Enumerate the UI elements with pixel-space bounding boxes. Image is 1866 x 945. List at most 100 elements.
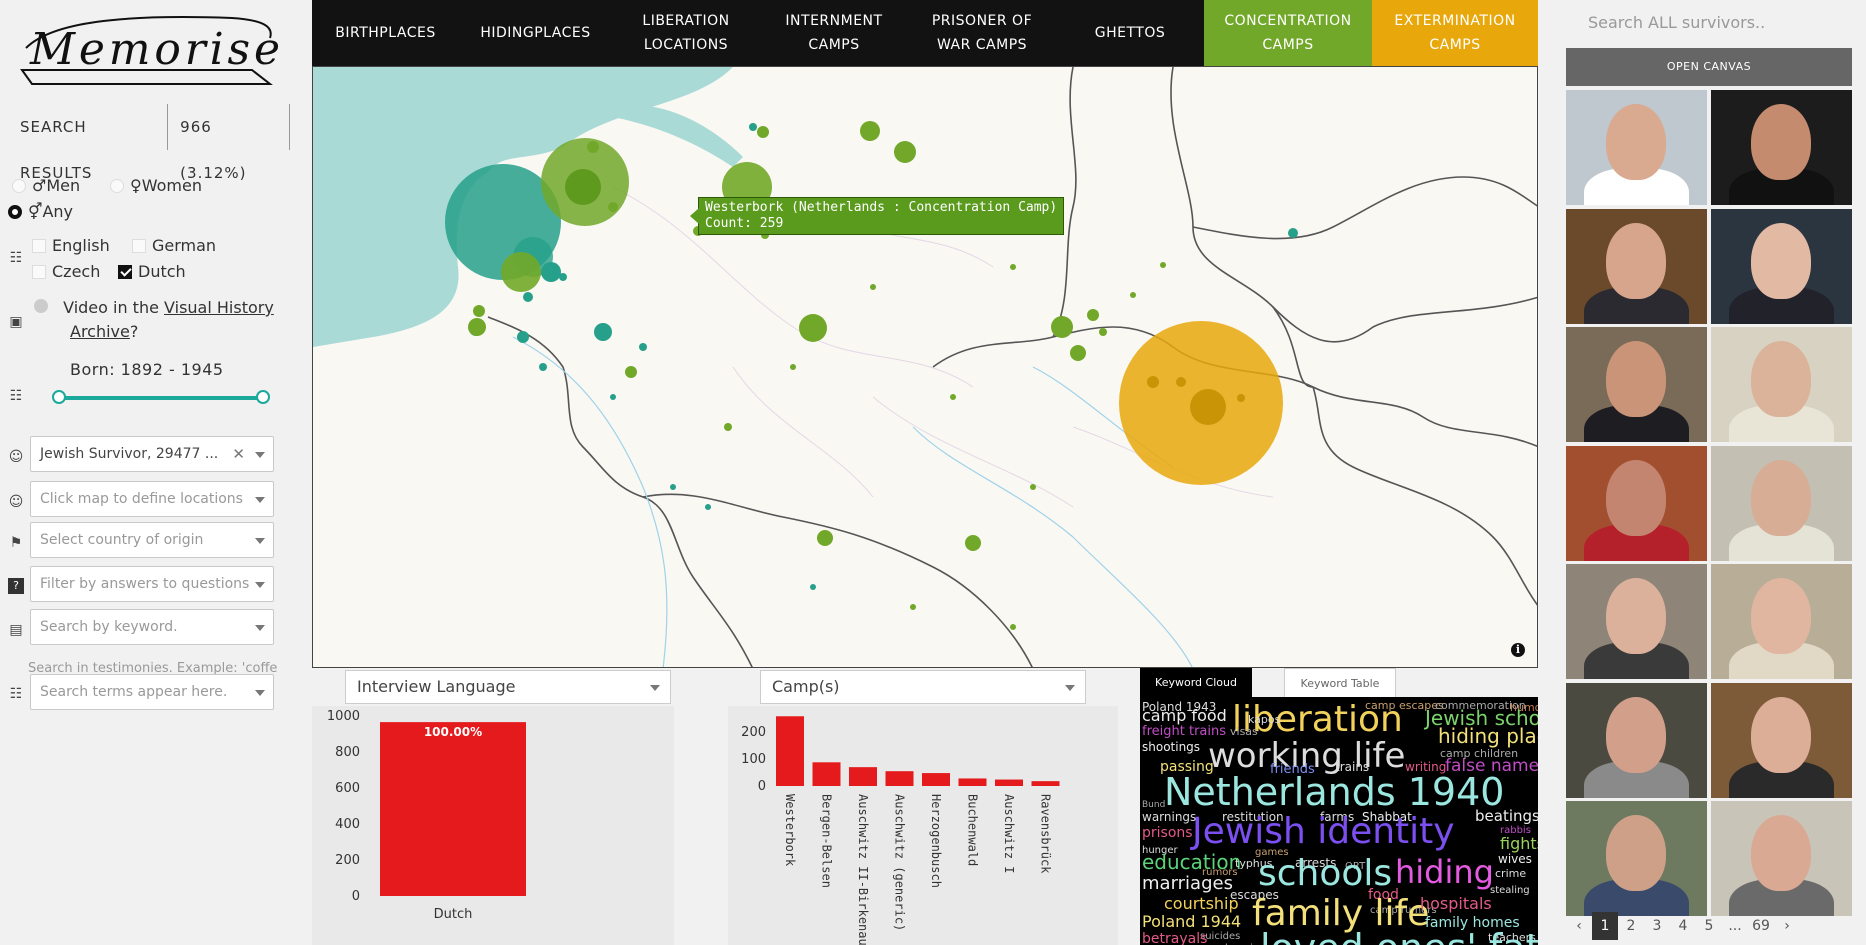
- survivor-thumbnail[interactable]: [1566, 801, 1707, 916]
- survivor-thumbnail[interactable]: [1566, 90, 1707, 205]
- chevron-down-icon: [255, 538, 265, 544]
- tab-keyword-cloud[interactable]: Keyword Cloud: [1140, 668, 1252, 698]
- map-marker-birthplace: [705, 504, 711, 510]
- open-canvas-label: OPEN CANVAS: [1666, 60, 1752, 73]
- visual-history-link[interactable]: Visual History: [164, 298, 274, 317]
- lang-dutch-checkbox[interactable]: [118, 264, 132, 279]
- map-marker-birthplace: [639, 343, 647, 351]
- search-results-count: 966 (3.12%): [168, 104, 290, 182]
- lang-english-option[interactable]: English: [32, 236, 110, 255]
- map-marker-camp: [1030, 484, 1036, 490]
- video-archive-filter[interactable]: Video in the Visual History Archive?: [34, 296, 274, 344]
- page-link[interactable]: ›: [1774, 912, 1800, 940]
- born-range-track[interactable]: [58, 396, 262, 400]
- bar-dutch: [380, 722, 526, 896]
- y-tick-label: 600: [335, 781, 360, 796]
- survivor-thumbnail[interactable]: [1711, 208, 1852, 324]
- page-link[interactable]: 1: [1592, 912, 1618, 940]
- lang-english-label: English: [52, 236, 110, 255]
- search-terms-select[interactable]: Search terms appear here.: [30, 674, 274, 710]
- clear-survivor-type-icon[interactable]: ✕: [232, 437, 245, 471]
- page-link[interactable]: 4: [1670, 912, 1696, 940]
- page-link[interactable]: 2: [1618, 912, 1644, 940]
- gender-any-option[interactable]: ⚥Any: [8, 202, 73, 221]
- survivor-thumbnail[interactable]: [1711, 327, 1852, 442]
- survivor-thumbnail[interactable]: [1711, 90, 1852, 205]
- page-link[interactable]: ‹: [1566, 912, 1592, 940]
- bar-camp: [776, 716, 804, 786]
- tab-ghettos[interactable]: GHETTOS: [1056, 0, 1204, 66]
- lang-german-checkbox[interactable]: [132, 238, 146, 253]
- gender-men-option[interactable]: ♂Men: [12, 176, 80, 195]
- y-tick-label: 0: [352, 889, 360, 904]
- survivor-thumbnail[interactable]: [1566, 208, 1707, 324]
- gender-women-option[interactable]: ♀Women: [110, 176, 202, 195]
- lang-german-option[interactable]: German: [132, 236, 216, 255]
- tab-extermination-camps[interactable]: EXTERMINATION CAMPS: [1372, 0, 1538, 66]
- born-range-label: Born: 1892 - 1945: [70, 360, 224, 379]
- gender-any-radio[interactable]: [8, 204, 22, 219]
- survivor-thumbnail[interactable]: [1566, 564, 1707, 679]
- survivor-thumbnail[interactable]: [1566, 445, 1707, 561]
- page-link[interactable]: 69: [1748, 912, 1774, 940]
- map-marker-camp: [817, 530, 833, 546]
- open-canvas-button[interactable]: OPEN CANVAS: [1566, 48, 1852, 86]
- video-archive-toggle[interactable]: [34, 299, 48, 313]
- lang-czech-checkbox[interactable]: [32, 264, 46, 279]
- lang-czech-option[interactable]: Czech: [32, 262, 100, 281]
- lang-english-checkbox[interactable]: [32, 238, 46, 253]
- page-link[interactable]: 3: [1644, 912, 1670, 940]
- camps-select[interactable]: Camp(s): [760, 670, 1086, 704]
- survivor-thumbnail[interactable]: [1566, 327, 1707, 442]
- tab-label: Keyword Cloud: [1155, 676, 1237, 689]
- interview-language-select[interactable]: Interview Language: [345, 670, 671, 704]
- video-suffix: ?: [129, 322, 139, 341]
- map-view[interactable]: Westerbork (Netherlands : Concentration …: [312, 66, 1538, 668]
- info-icon[interactable]: i: [1511, 643, 1525, 657]
- tab-prisoner-of-war-camps[interactable]: PRISONER OF WAR CAMPS: [908, 0, 1056, 66]
- survivor-thumbnail[interactable]: [1711, 445, 1852, 561]
- tab-internment-camps[interactable]: INTERNMENT CAMPS: [760, 0, 908, 66]
- gender-men-radio[interactable]: [12, 178, 26, 193]
- tab-label: LIBERATION LOCATIONS: [642, 13, 730, 53]
- locations-select[interactable]: Click map to define locations: [30, 481, 274, 517]
- map-marker-camp: [790, 364, 796, 370]
- x-tick-label: Auschwitz I: [1002, 794, 1016, 873]
- questions-select[interactable]: Filter by answers to questions: [30, 566, 274, 602]
- keyword: courtship: [1164, 894, 1239, 913]
- page-link[interactable]: 5: [1696, 912, 1722, 940]
- archive-link[interactable]: Archive: [70, 322, 130, 341]
- memorise-logo[interactable]: Memorise: [12, 4, 284, 90]
- lang-dutch-option[interactable]: Dutch: [118, 262, 186, 281]
- map-marker-camp: [1160, 262, 1166, 268]
- keyword-placeholder: Search by keyword.: [40, 619, 178, 635]
- tab-birthplaces[interactable]: BIRTHPLACES: [312, 0, 459, 66]
- keyword-select[interactable]: Search by keyword.: [30, 609, 274, 645]
- keyword: stealing: [1490, 885, 1530, 896]
- survivor-thumbnail[interactable]: [1711, 564, 1852, 679]
- survivor-type-select[interactable]: Jewish Survivor, 29477 ... ✕: [30, 436, 274, 472]
- born-min-handle[interactable]: [52, 390, 66, 404]
- survivor-thumbnail[interactable]: [1711, 801, 1852, 916]
- x-tick-label: Bergen-Belsen: [820, 794, 834, 888]
- map-marker-camp: [625, 366, 637, 378]
- search-all-survivors-input[interactable]: Search ALL survivors..: [1566, 6, 1866, 40]
- tab-keyword-table[interactable]: Keyword Table: [1284, 668, 1396, 698]
- map-canvas[interactable]: [313, 67, 1538, 668]
- camps-label: Camp(s): [772, 677, 840, 696]
- survivor-thumbnail[interactable]: [1711, 682, 1852, 798]
- survivor-type-icon: ☺: [8, 449, 24, 465]
- gender-women-radio[interactable]: [110, 178, 124, 193]
- map-marker-camp: [1010, 264, 1016, 270]
- tab-hidingplaces[interactable]: HIDINGPLACES: [459, 0, 612, 66]
- born-max-handle[interactable]: [256, 390, 270, 404]
- locations-placeholder: Click map to define locations: [40, 491, 243, 507]
- keyword: hiding: [1395, 853, 1494, 891]
- survivor-thumbnail[interactable]: [1566, 682, 1707, 798]
- country-select[interactable]: Select country of origin: [30, 522, 274, 558]
- chevron-down-icon: [255, 452, 265, 458]
- tab-concentration-camps[interactable]: CONCENTRATION CAMPS: [1204, 0, 1372, 66]
- tab-liberation-locations[interactable]: LIBERATION LOCATIONS: [612, 0, 760, 66]
- keyword: Jewish identity: [1190, 811, 1455, 852]
- book-icon: ☷: [9, 686, 23, 702]
